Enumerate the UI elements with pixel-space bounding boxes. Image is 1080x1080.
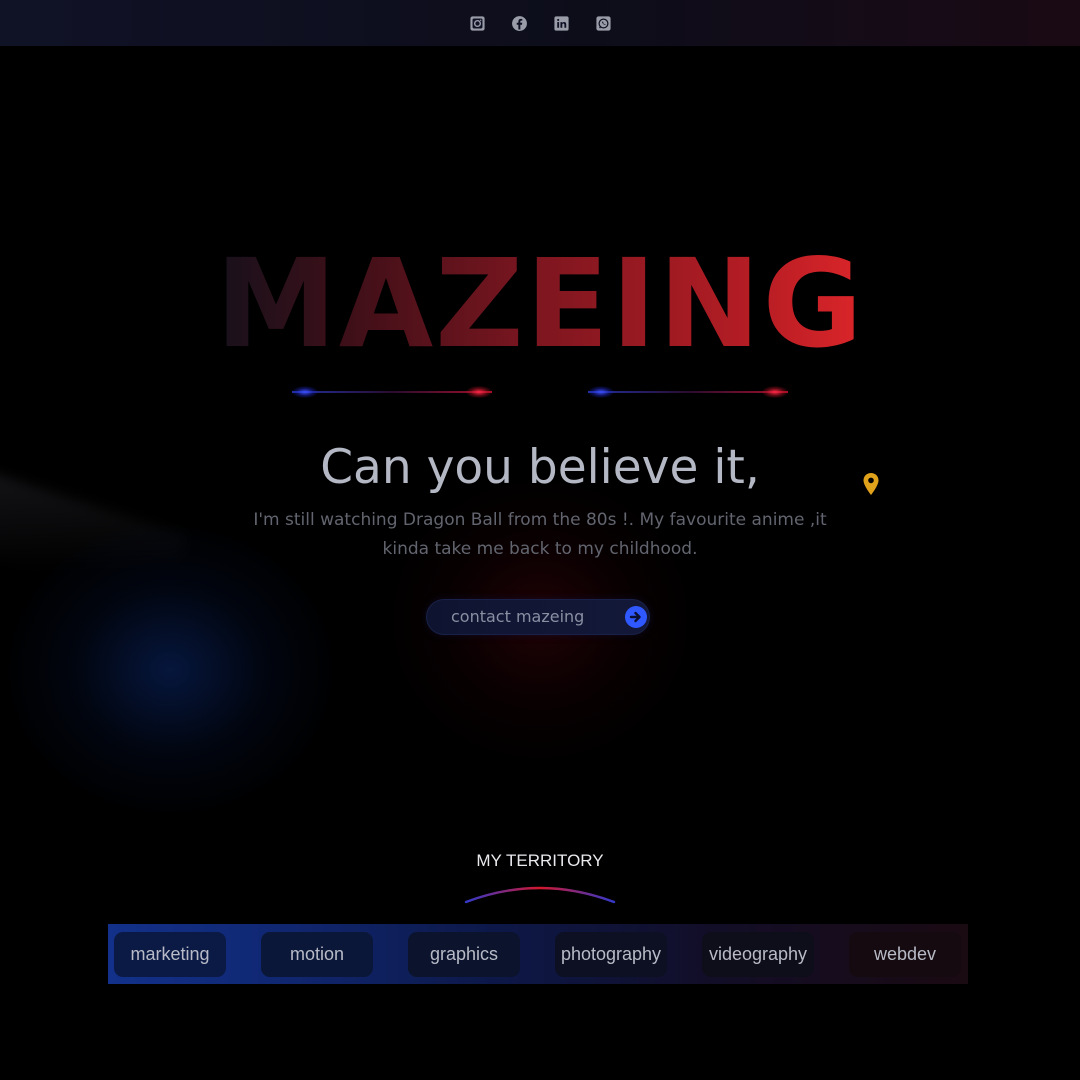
map-pin-icon — [862, 472, 880, 496]
service-chip-marketing[interactable]: marketing — [114, 932, 226, 977]
brand-title: MAZEING — [0, 234, 1080, 374]
whatsapp-icon[interactable] — [594, 14, 612, 32]
service-chip-webdev[interactable]: webdev — [849, 932, 961, 977]
arrow-right-icon — [625, 606, 647, 628]
instagram-icon[interactable] — [468, 14, 486, 32]
linkedin-icon[interactable] — [552, 14, 570, 32]
service-chip-graphics[interactable]: graphics — [408, 932, 520, 977]
service-chip-photography[interactable]: photography — [555, 932, 667, 977]
social-bar — [0, 0, 1080, 46]
contact-button-label: contact mazeing — [451, 607, 585, 626]
facebook-icon[interactable] — [510, 14, 528, 32]
left-glow-beam — [282, 384, 502, 400]
page: MAZEING Can you believe it, I'm still wa… — [0, 0, 1080, 1080]
contact-button[interactable]: contact mazeing — [426, 599, 650, 635]
blue-ambient-glow — [0, 520, 340, 820]
service-chip-videography[interactable]: videography — [702, 932, 814, 977]
territory-title: MY TERRITORY — [476, 851, 604, 870]
services-bar: marketing motion graphics photography vi… — [108, 924, 968, 984]
headline: Can you believe it, — [320, 440, 760, 495]
decorative-arc — [464, 886, 616, 904]
service-chip-motion[interactable]: motion — [261, 932, 373, 977]
intro-text: I'm still watching Dragon Ball from the … — [253, 510, 827, 559]
right-glow-beam — [578, 384, 798, 400]
